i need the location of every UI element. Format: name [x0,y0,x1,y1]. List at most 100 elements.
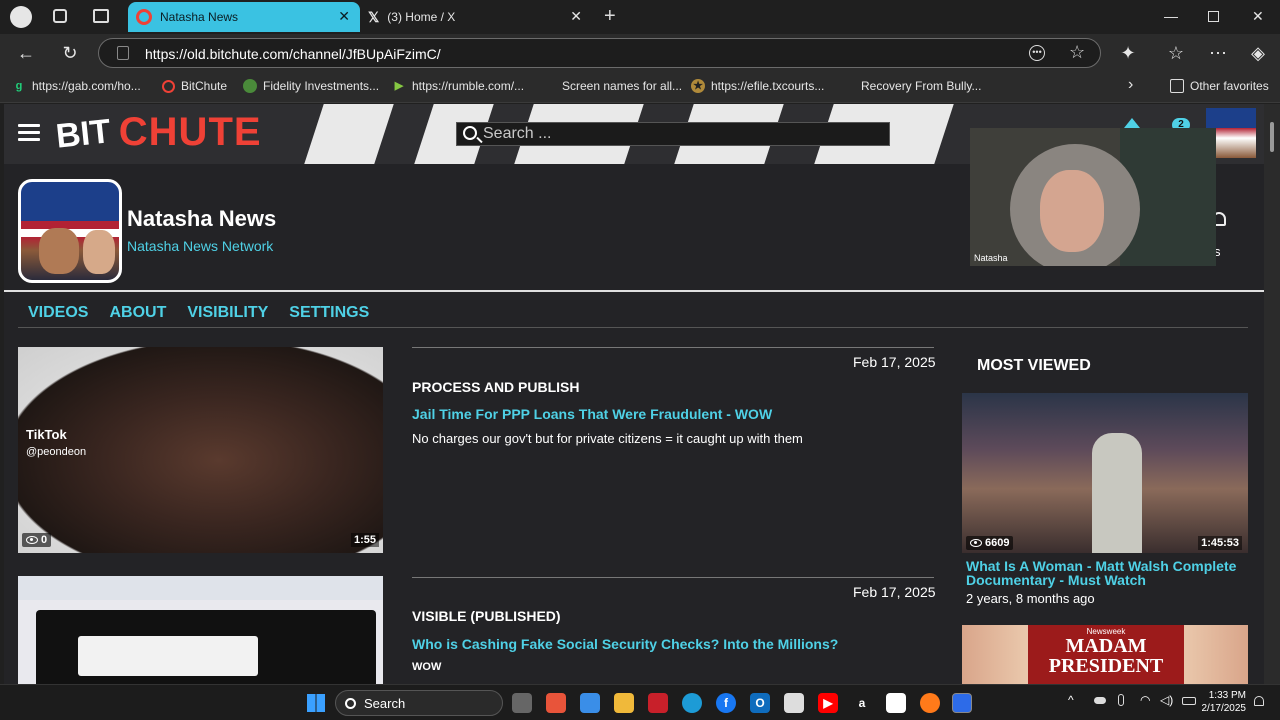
address-row: ← ↻ https://old.bitchute.com/channel/JfB… [0,34,1280,72]
scrollbar-thumb[interactable] [1270,122,1274,152]
video-thumbnail[interactable] [18,576,383,684]
favorites-bar: g https://gab.com/ho... BitChute Fidelity… [0,72,1280,103]
tab-title: (3) Home / X [387,10,456,24]
chevron-right-icon[interactable]: › [1128,76,1133,94]
taskbar-search[interactable]: Search [335,690,503,716]
close-icon[interactable]: ✕ [570,9,582,23]
screenshot-tweet [78,636,258,676]
minimize-icon[interactable]: — [1164,8,1178,24]
video-description: No charges our gov't but for private cit… [412,431,803,446]
security-icon[interactable] [648,693,668,713]
favorite-screen-names[interactable]: Screen names for all... [562,79,682,93]
folder-icon [1170,79,1184,93]
browser-tab-bar: Natasha News ✕ 𝕏 (3) Home / X ✕ + — ✕ [0,0,1280,34]
window-close-icon[interactable]: ✕ [1252,8,1264,25]
search-input[interactable] [483,124,883,144]
chat-icon[interactable] [580,693,600,713]
favorite-gab[interactable]: g https://gab.com/ho... [12,79,141,93]
tab-natasha-news[interactable]: Natasha News ✕ [128,2,360,32]
video-status: PROCESS AND PUBLISH [412,379,580,395]
rumble-icon: ▶ [394,80,404,92]
most-viewed-thumbnail[interactable]: Newsweek MADAM PRESIDENT [962,625,1248,684]
tab-visibility[interactable]: VISIBILITY [187,304,268,322]
tab-settings[interactable]: SETTINGS [289,304,369,322]
system-clock[interactable]: 1:33 PM 2/17/2025 [1202,689,1247,715]
video-duration: 1:55 [350,533,379,547]
webcam-face [1040,170,1104,252]
favorite-recovery[interactable]: Recovery From Bully... [861,79,981,93]
search-box[interactable] [456,122,890,146]
restore-icon[interactable] [1208,11,1219,22]
channel-avatar [18,179,122,283]
video-thumbnail[interactable]: TikTok @peondeon 0 1:55 [18,347,383,553]
onedrive-icon[interactable] [1094,697,1106,704]
screenshot-browser-bar [18,576,383,600]
page-scrollbar[interactable] [1264,104,1280,684]
seal-icon: ★ [691,79,705,93]
video-status: VISIBLE (PUBLISHED) [412,608,561,624]
edge-icon[interactable] [682,693,702,713]
file-explorer-icon[interactable] [614,693,634,713]
most-viewed-thumbnail[interactable]: 6609 1:45:53 [962,393,1248,553]
menu-icon[interactable] [18,124,40,142]
gab-icon: g [15,80,23,92]
wifi-icon[interactable]: ◠ [1140,693,1150,707]
channel-tabs: VIDEOS ABOUT VISIBILITY SETTINGS [28,304,369,322]
microphone-icon[interactable] [1118,694,1124,706]
view-count: 6609 [966,536,1014,550]
channel-network-link[interactable]: Natasha News Network [127,238,273,254]
favorite-efile[interactable]: ★ https://efile.txcourts... [691,79,824,93]
settings-more-icon[interactable]: ⋯ [1206,41,1230,65]
close-icon[interactable]: ✕ [338,9,350,23]
store-icon[interactable] [784,693,804,713]
widgets-icon[interactable] [546,693,566,713]
favorites-icon[interactable]: ☆ [1164,41,1188,65]
favorite-star-icon[interactable]: ☆ [1069,42,1085,63]
favorite-rumble[interactable]: ▶ https://rumble.com/... [392,79,524,93]
favorite-bitchute[interactable]: BitChute [162,79,227,93]
search-icon [345,698,356,709]
bitchute-tab-icon [136,9,152,25]
bitchute-logo[interactable]: BIT CHUTE [54,110,262,156]
video-date: Feb 17, 2025 [853,584,936,600]
new-tab-icon[interactable]: + [604,5,616,28]
outlook-icon[interactable]: O [750,693,770,713]
battery-icon[interactable] [1182,697,1196,705]
thumbnail-figure [1092,433,1142,553]
start-icon[interactable] [307,694,325,712]
task-view-icon[interactable] [512,693,532,713]
other-favorites[interactable]: Other favorites [1170,79,1269,93]
favorite-fidelity[interactable]: Fidelity Investments... [243,79,379,93]
tab-x-home[interactable]: 𝕏 (3) Home / X ✕ [362,2,592,32]
search-icon [463,126,477,140]
facebook-icon[interactable]: f [716,693,736,713]
extensions-icon[interactable]: ✦ [1116,41,1140,65]
workspaces-icon[interactable] [53,9,67,23]
tab-videos[interactable]: VIDEOS [28,304,88,322]
refresh-icon[interactable]: ↻ [58,41,82,65]
address-bar[interactable]: https://old.bitchute.com/channel/JfBUpAi… [98,38,1101,68]
upload-icon[interactable] [1124,118,1140,128]
most-viewed-title-link[interactable]: What Is A Woman - Matt Walsh Complete Do… [966,559,1246,587]
amazon-icon[interactable]: a [852,693,872,713]
more-options-icon[interactable]: ••• [1029,45,1045,61]
youtube-icon[interactable]: ▶ [818,693,838,713]
volume-icon[interactable]: ◁) [1160,693,1173,707]
tab-actions-icon[interactable] [93,9,109,23]
url-text: https://old.bitchute.com/channel/JfBUpAi… [145,46,441,62]
tab-about[interactable]: ABOUT [109,304,166,322]
profile-icon[interactable] [10,6,32,28]
magazine-cover: Newsweek MADAM PRESIDENT [1028,625,1184,684]
back-icon[interactable]: ← [14,41,38,65]
video-title-link[interactable]: Who is Cashing Fake Social Security Chec… [412,636,838,652]
video-title-link[interactable]: Jail Time For PPP Loans That Were Fraudu… [412,406,772,422]
channel-title: Natasha News [127,206,277,231]
most-viewed-heading: MOST VIEWED [977,357,1091,374]
firefox-icon[interactable] [920,693,940,713]
chevron-up-icon[interactable]: ^ [1068,693,1074,707]
camera-icon[interactable] [886,693,906,713]
notification-bell-icon[interactable] [1254,696,1264,706]
meeting-app-icon[interactable] [952,693,972,713]
copilot-icon[interactable]: ◈ [1246,41,1270,65]
eye-icon [26,536,38,544]
